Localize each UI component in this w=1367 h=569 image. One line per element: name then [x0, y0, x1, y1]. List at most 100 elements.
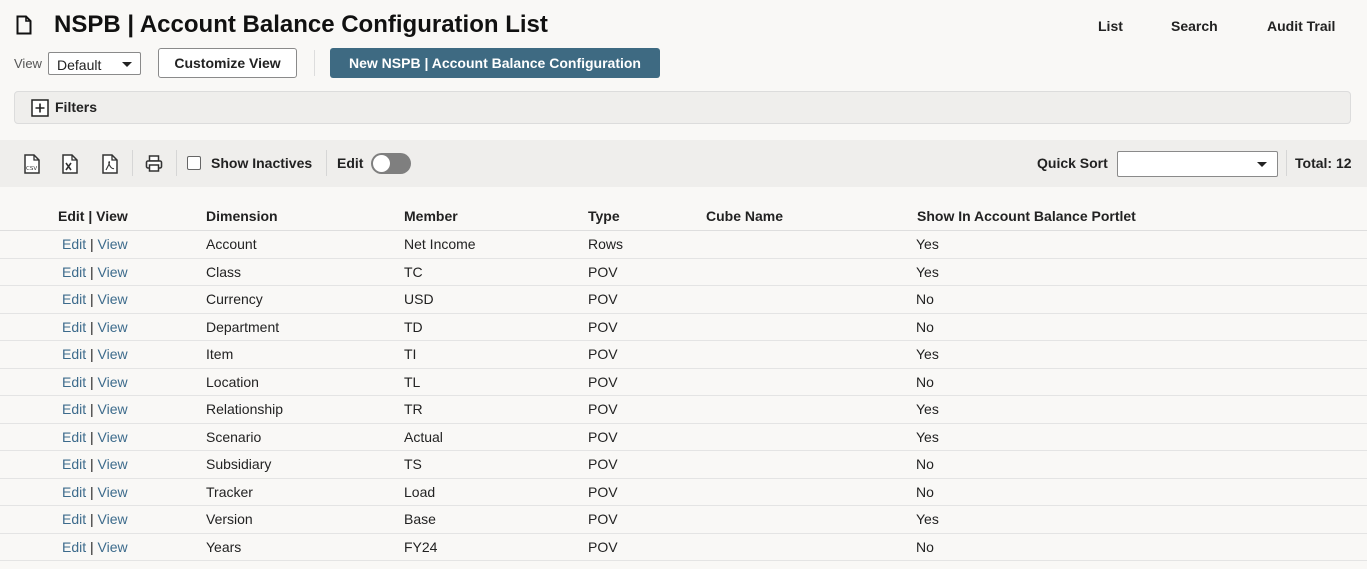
- view-link[interactable]: View: [98, 429, 128, 445]
- view-link[interactable]: View: [98, 236, 128, 252]
- divider: [132, 150, 133, 176]
- member-cell: USD: [404, 291, 434, 307]
- type-cell: POV: [588, 346, 618, 362]
- type-cell: POV: [588, 291, 618, 307]
- member-cell: FY24: [404, 538, 438, 555]
- edit-link[interactable]: Edit: [62, 456, 86, 472]
- edit-link[interactable]: Edit: [62, 429, 86, 445]
- dimension-cell: Account: [206, 236, 257, 252]
- export-excel-icon[interactable]: [61, 154, 79, 174]
- edit-view-links: Edit | View: [62, 264, 128, 280]
- member-cell: Load: [404, 483, 436, 500]
- edit-link[interactable]: Edit: [62, 539, 86, 555]
- view-link[interactable]: View: [98, 291, 128, 307]
- link-separator: |: [86, 511, 98, 527]
- dimension-cell: Years: [206, 538, 242, 555]
- member-cell: Base: [404, 511, 436, 527]
- table-row: Edit | View Subsidiary TS POV No: [0, 451, 1367, 479]
- dimension-cell: Subsidiary: [206, 456, 272, 472]
- show-in-portlet-cell: Yes: [916, 236, 939, 252]
- dimension-cell: Department: [206, 318, 280, 335]
- edit-view-links: Edit | View: [62, 319, 128, 335]
- nav-audit-trail-link[interactable]: Audit Trail: [1267, 18, 1335, 34]
- print-icon[interactable]: [145, 154, 163, 174]
- view-link[interactable]: View: [98, 456, 128, 472]
- new-record-button[interactable]: New NSPB | Account Balance Configuration: [330, 48, 660, 78]
- show-inactives-label[interactable]: Show Inactives: [211, 155, 312, 171]
- edit-link[interactable]: Edit: [62, 346, 86, 362]
- edit-link[interactable]: Edit: [62, 291, 86, 307]
- table-row: Edit | View Currency USD POV No: [0, 286, 1367, 314]
- nav-list-link[interactable]: List: [1098, 18, 1123, 34]
- quick-sort-select[interactable]: [1117, 151, 1278, 177]
- edit-link[interactable]: Edit: [62, 401, 86, 417]
- show-in-portlet-cell: No: [916, 456, 934, 472]
- divider: [176, 150, 177, 176]
- quick-sort-label: Quick Sort: [1037, 155, 1108, 171]
- column-header-member[interactable]: Member: [404, 208, 458, 224]
- expand-plus-icon[interactable]: [31, 99, 49, 117]
- link-separator: |: [86, 538, 98, 555]
- show-inactives-checkbox[interactable]: [187, 156, 201, 170]
- edit-view-links: Edit | View: [62, 291, 128, 307]
- link-separator: |: [86, 373, 98, 390]
- table-row: Edit | View Item TI POV Yes: [0, 341, 1367, 369]
- dimension-cell: Tracker: [206, 483, 253, 500]
- filters-label[interactable]: Filters: [55, 99, 97, 115]
- edit-view-links: Edit | View: [62, 511, 128, 527]
- column-header-cube-name[interactable]: Cube Name: [706, 208, 783, 224]
- show-in-portlet-cell: No: [916, 483, 934, 500]
- view-link[interactable]: View: [98, 346, 128, 362]
- view-link[interactable]: View: [98, 511, 128, 527]
- edit-view-links: Edit | View: [62, 401, 128, 417]
- member-cell: TI: [404, 346, 417, 362]
- view-link[interactable]: View: [98, 374, 128, 390]
- view-select-value: Default: [57, 57, 102, 73]
- page-title: NSPB | Account Balance Configuration Lis…: [54, 11, 548, 38]
- member-cell: TR: [404, 401, 423, 417]
- document-icon: [16, 15, 32, 35]
- export-csv-icon[interactable]: CSV: [23, 154, 41, 174]
- export-pdf-icon[interactable]: [101, 154, 119, 174]
- edit-link[interactable]: Edit: [62, 484, 86, 500]
- view-select[interactable]: Default: [48, 52, 141, 75]
- svg-text:CSV: CSV: [26, 166, 37, 172]
- table-row: Edit | View Version Base POV Yes: [0, 506, 1367, 534]
- column-header-show-in-portlet[interactable]: Show In Account Balance Portlet: [917, 208, 1136, 224]
- edit-link[interactable]: Edit: [62, 511, 86, 527]
- edit-view-links: Edit | View: [62, 539, 128, 555]
- type-cell: POV: [588, 428, 618, 445]
- link-separator: |: [86, 291, 98, 307]
- column-header-type[interactable]: Type: [588, 208, 620, 224]
- edit-view-links: Edit | View: [62, 236, 128, 252]
- table-row: Edit | View Scenario Actual POV Yes: [0, 424, 1367, 451]
- nav-search-link[interactable]: Search: [1171, 18, 1218, 34]
- edit-link[interactable]: Edit: [62, 236, 86, 252]
- edit-view-links: Edit | View: [62, 484, 128, 500]
- customize-view-button[interactable]: Customize View: [158, 48, 297, 78]
- view-link[interactable]: View: [98, 539, 128, 555]
- show-in-portlet-cell: Yes: [916, 401, 939, 417]
- view-link[interactable]: View: [98, 319, 128, 335]
- view-link[interactable]: View: [98, 264, 128, 280]
- column-header-dimension[interactable]: Dimension: [206, 208, 278, 224]
- filters-bar[interactable]: Filters: [14, 91, 1351, 124]
- type-cell: POV: [588, 483, 618, 500]
- show-in-portlet-cell: No: [916, 373, 934, 390]
- toggle-knob: [373, 155, 390, 172]
- edit-mode-toggle[interactable]: [371, 153, 411, 174]
- dimension-cell: Scenario: [206, 428, 262, 445]
- edit-link[interactable]: Edit: [62, 319, 86, 335]
- link-separator: |: [86, 456, 98, 472]
- table-body: Edit | View Account Net Income Rows Yes Edit …: [0, 231, 1367, 561]
- edit-link[interactable]: Edit: [62, 264, 86, 280]
- view-link[interactable]: View: [98, 401, 128, 417]
- dimension-cell: Relationship: [206, 401, 284, 417]
- dimension-cell: Version: [206, 511, 253, 527]
- edit-link[interactable]: Edit: [62, 374, 86, 390]
- table-row: Edit | View Department TD POV No: [0, 314, 1367, 341]
- table-row: Edit | View Tracker Load POV No: [0, 479, 1367, 506]
- edit-view-links: Edit | View: [62, 346, 128, 362]
- view-link[interactable]: View: [98, 484, 128, 500]
- member-cell: TD: [404, 318, 423, 335]
